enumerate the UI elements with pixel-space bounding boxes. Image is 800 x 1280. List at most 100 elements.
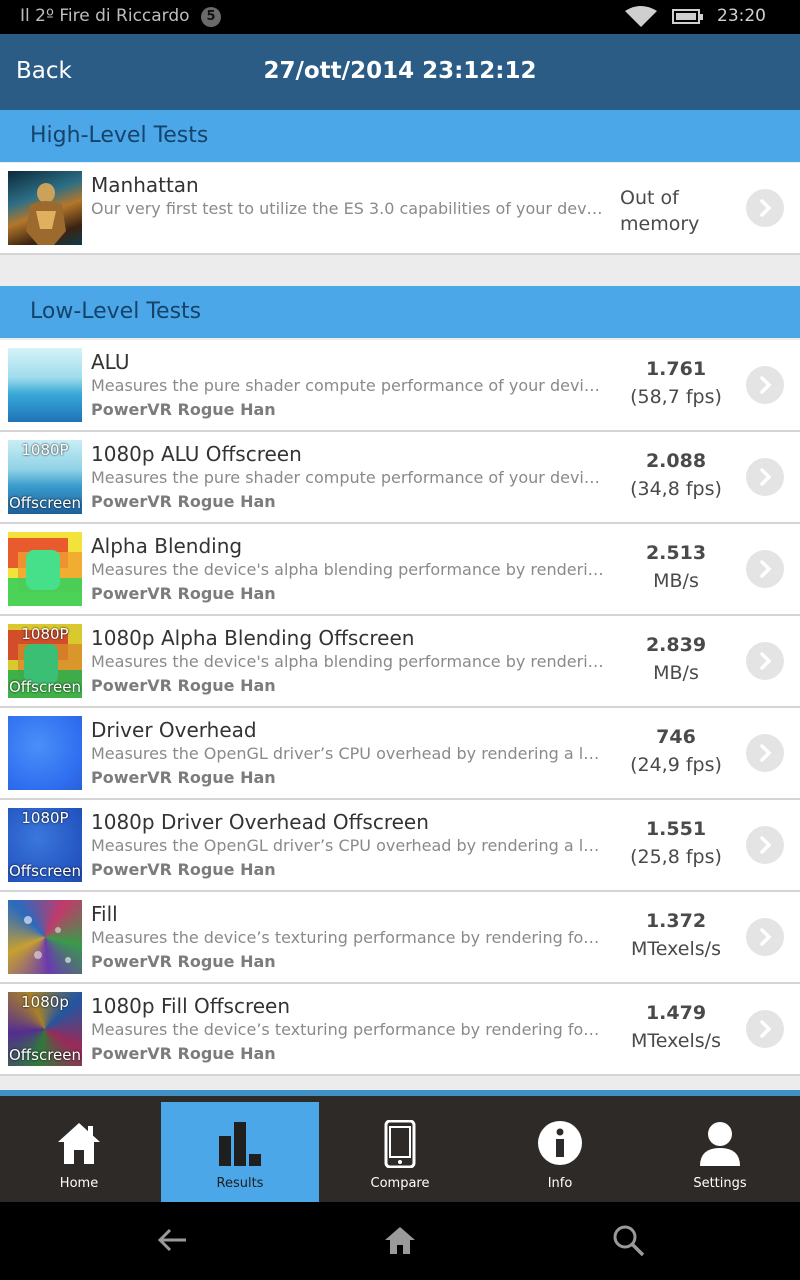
test-name: Fill [91, 902, 118, 926]
score-unit: MTexels/s [631, 1030, 721, 1052]
clock: 23:20 [717, 6, 766, 26]
gpu-name: PowerVR Rogue Han [91, 492, 276, 511]
score-value: 2.513 [645, 542, 707, 564]
tab-label: Home [59, 1176, 99, 1191]
chevron-right-icon[interactable] [746, 1010, 784, 1048]
thumb-offscreen-label: Offscreen [8, 678, 81, 696]
thumb-resolution-label: 1080P [21, 625, 69, 643]
carrier-name: Il 2º Fire di Riccardo [20, 6, 190, 26]
test-row-alu[interactable]: ALU Measures the pure shader compute per… [0, 340, 800, 432]
test-score: 1.372 MTexels/s [612, 910, 740, 960]
battery-icon [672, 9, 703, 24]
tab-compare[interactable]: Compare [321, 1102, 479, 1208]
chevron-right-icon[interactable] [746, 458, 784, 496]
thumb-resolution-label: 1080P [21, 441, 69, 459]
score-value: 746 [656, 726, 696, 748]
driver-overhead-thumbnail [8, 716, 82, 790]
test-row-manhattan[interactable]: Manhattan Our very first test to utilize… [0, 163, 800, 255]
test-row-driver-overhead[interactable]: Driver Overhead Measures the OpenGL driv… [0, 708, 800, 800]
score-unit: MB/s [653, 662, 699, 684]
test-row-1080p-alpha-blending-offscreen[interactable]: 1080P Offscreen 1080p Alpha Blending Off… [0, 616, 800, 708]
tab-home[interactable]: Home [0, 1102, 158, 1208]
test-score: 1.479 MTexels/s [612, 1002, 740, 1052]
test-name: 1080p Driver Overhead Offscreen [91, 810, 429, 834]
test-score: 2.839 MB/s [612, 634, 740, 684]
test-name: Manhattan [91, 173, 199, 197]
chevron-right-icon[interactable] [746, 642, 784, 680]
score-unit: MB/s [653, 570, 699, 592]
test-result: Out of memory [620, 187, 700, 235]
test-name: Driver Overhead [91, 718, 257, 742]
thumb-resolution-label: 1080p [21, 993, 69, 1011]
chevron-right-icon[interactable] [746, 918, 784, 956]
test-name: 1080p ALU Offscreen [91, 442, 302, 466]
thumb-offscreen-label: Offscreen [8, 494, 81, 512]
test-description: Measures the device's alpha blending per… [91, 652, 606, 671]
test-score: 746 (24,9 fps) [612, 726, 740, 776]
chevron-right-icon[interactable] [746, 826, 784, 864]
system-nav-bar [0, 1202, 800, 1280]
tab-settings[interactable]: Settings [641, 1102, 799, 1208]
home-icon [0, 1120, 158, 1170]
score-value: 2.839 [645, 634, 707, 656]
score-value: 2.088 [645, 450, 707, 472]
manhattan-thumbnail [8, 171, 82, 245]
test-row-1080p-fill-offscreen[interactable]: 1080p Offscreen 1080p Fill Offscreen Mea… [0, 984, 800, 1076]
gpu-name: PowerVR Rogue Han [91, 584, 276, 603]
chevron-right-icon[interactable] [746, 189, 784, 227]
score-unit: (34,8 fps) [630, 478, 722, 500]
search-icon[interactable] [612, 1224, 646, 1262]
score-unit: (58,7 fps) [630, 386, 722, 408]
home-button-icon[interactable] [384, 1224, 416, 1260]
section-header-high-level: High-Level Tests [0, 110, 800, 162]
test-name: 1080p Fill Offscreen [91, 994, 291, 1018]
app-bar: Back 27/ott/2014 23:12:12 [0, 34, 800, 110]
results-icon [161, 1120, 319, 1170]
test-description: Measures the OpenGL driver’s CPU overhea… [91, 744, 606, 763]
thumb-resolution-label: 1080P [21, 809, 69, 827]
test-score: 1.551 (25,8 fps) [612, 818, 740, 868]
test-description: Our very first test to utilize the ES 3.… [91, 199, 606, 218]
section-title: High-Level Tests [30, 123, 209, 148]
bottom-nav: Home Results Compare Info Settings [0, 1090, 800, 1208]
test-score: 1.761 (58,7 fps) [612, 358, 740, 408]
tab-label: Compare [370, 1176, 430, 1191]
alu-thumbnail [8, 348, 82, 422]
back-arrow-icon[interactable] [156, 1224, 188, 1260]
test-name: 1080p Alpha Blending Offscreen [91, 626, 415, 650]
gpu-name: PowerVR Rogue Han [91, 400, 276, 419]
phone-icon [321, 1120, 479, 1170]
gpu-name: PowerVR Rogue Han [91, 768, 276, 787]
fill-thumbnail [8, 900, 82, 974]
page-title: 27/ott/2014 23:12:12 [263, 58, 537, 84]
tab-info[interactable]: Info [481, 1102, 639, 1208]
gpu-name: PowerVR Rogue Han [91, 1044, 276, 1063]
score-value: 1.551 [645, 818, 707, 840]
section-title: Low-Level Tests [30, 299, 202, 324]
driver-overhead-offscreen-thumbnail: 1080P Offscreen [8, 808, 82, 882]
test-row-fill[interactable]: Fill Measures the device’s texturing per… [0, 892, 800, 984]
score-unit: MTexels/s [631, 938, 721, 960]
test-description: Measures the pure shader compute perform… [91, 468, 606, 487]
alu-offscreen-thumbnail: 1080P Offscreen [8, 440, 82, 514]
test-row-1080p-alu-offscreen[interactable]: 1080P Offscreen 1080p ALU Offscreen Meas… [0, 432, 800, 524]
section-header-low-level: Low-Level Tests [0, 286, 800, 338]
alpha-blending-thumbnail [8, 532, 82, 606]
chevron-right-icon[interactable] [746, 734, 784, 772]
tab-label: Info [547, 1176, 573, 1191]
test-description: Measures the device’s texturing performa… [91, 928, 606, 947]
tab-results[interactable]: Results [161, 1102, 319, 1208]
test-description: Measures the OpenGL driver’s CPU overhea… [91, 836, 606, 855]
score-value: 1.479 [645, 1002, 707, 1024]
test-name: Alpha Blending [91, 534, 243, 558]
alpha-blending-offscreen-thumbnail: 1080P Offscreen [8, 624, 82, 698]
chevron-right-icon[interactable] [746, 366, 784, 404]
test-row-alpha-blending[interactable]: Alpha Blending Measures the device's alp… [0, 524, 800, 616]
test-description: Measures the pure shader compute perform… [91, 376, 606, 395]
chevron-right-icon[interactable] [746, 550, 784, 588]
gpu-name: PowerVR Rogue Han [91, 676, 276, 695]
test-score: 2.513 MB/s [612, 542, 740, 592]
tab-label: Results [216, 1176, 264, 1191]
info-icon [481, 1120, 639, 1170]
test-row-1080p-driver-overhead-offscreen[interactable]: 1080P Offscreen 1080p Driver Overhead Of… [0, 800, 800, 892]
